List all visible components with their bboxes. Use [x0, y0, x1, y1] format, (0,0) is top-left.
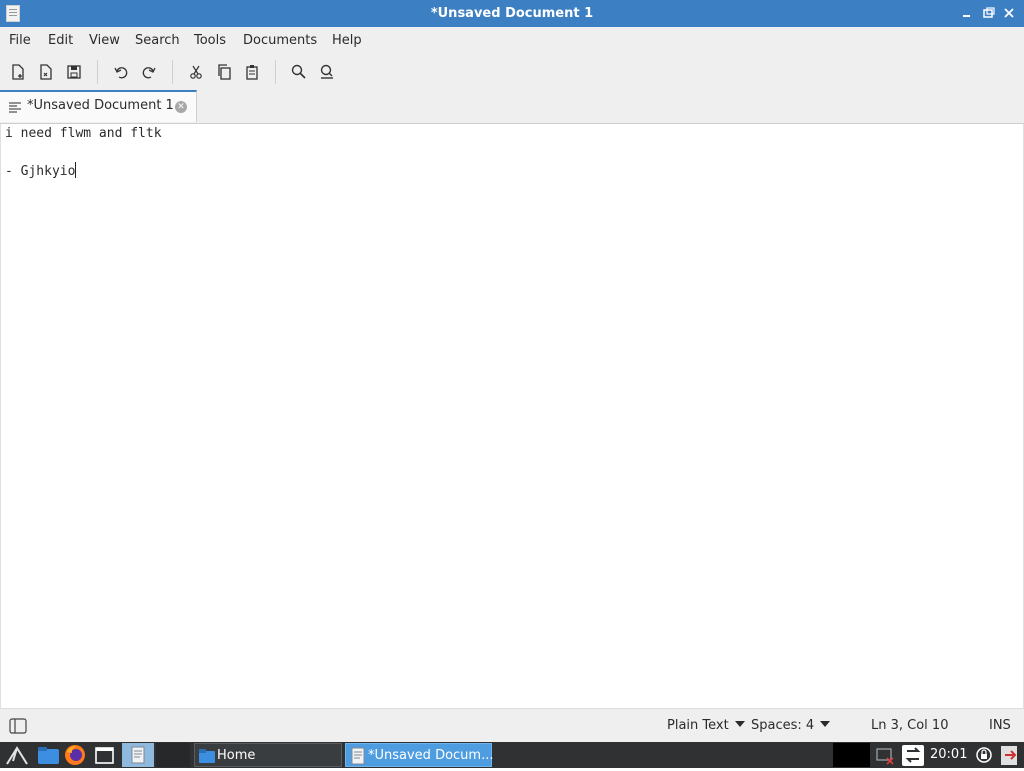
taskbar-home-window[interactable]: Home — [194, 743, 342, 767]
language-selector[interactable]: Plain Text — [667, 709, 745, 743]
tab-label: *Unsaved Document 1 — [27, 98, 174, 113]
editor-line-3-text[interactable]: - Gjhkyio — [5, 164, 75, 179]
text-editor-icon — [350, 747, 366, 769]
language-label: Plain Text — [667, 718, 729, 733]
paste-icon[interactable] — [242, 62, 262, 82]
minimize-icon[interactable] — [958, 4, 976, 22]
toolbar — [0, 54, 1024, 91]
update-notifier-icon[interactable] — [900, 743, 926, 767]
indent-selector[interactable]: Spaces: 4 — [751, 709, 831, 743]
chevron-down-icon — [820, 721, 831, 727]
system-monitor[interactable] — [833, 743, 870, 767]
menu-tools[interactable]: Tools — [194, 27, 226, 55]
insert-mode[interactable]: INS — [989, 709, 1011, 743]
firefox-icon[interactable] — [62, 743, 88, 767]
file-manager-icon[interactable] — [36, 743, 62, 767]
menu-edit[interactable]: Edit — [48, 27, 73, 55]
text-editor[interactable]: i need flwm and fltk - Gjhkyio — [0, 124, 1024, 708]
new-document-icon[interactable] — [8, 62, 28, 82]
toolbar-separator — [97, 60, 98, 84]
taskbar: Home *Unsaved Docum... 20:01 — [0, 742, 1024, 768]
folder-icon — [199, 748, 215, 768]
find-icon[interactable] — [289, 62, 309, 82]
status-bar: Plain Text Spaces: 4 Ln 3, Col 10 INS — [0, 708, 1024, 743]
menu-bar: File Edit View Search Tools Documents He… — [0, 27, 1024, 54]
logout-icon[interactable] — [997, 743, 1021, 767]
network-disconnected-icon[interactable] — [874, 743, 896, 767]
taskbar-active-label: *Unsaved Docum... — [368, 748, 494, 763]
chevron-down-icon — [734, 721, 745, 727]
close-icon[interactable] — [1000, 4, 1018, 22]
open-document-icon[interactable] — [36, 62, 56, 82]
menu-help[interactable]: Help — [332, 27, 362, 55]
lock-screen-icon[interactable] — [974, 743, 994, 767]
text-cursor — [75, 162, 77, 178]
cursor-position[interactable]: Ln 3, Col 10 — [871, 709, 948, 743]
save-icon[interactable] — [64, 62, 84, 82]
clock-time: 20:01 — [930, 747, 968, 762]
title-bar: *Unsaved Document 1 — [0, 0, 1024, 27]
find-replace-icon[interactable] — [317, 62, 337, 82]
menu-documents[interactable]: Documents — [243, 27, 317, 55]
editor-line-3[interactable]: - Gjhkyio — [5, 162, 77, 179]
menu-search[interactable]: Search — [135, 27, 180, 55]
maximize-icon[interactable] — [980, 4, 998, 22]
tab-unsaved-document-1[interactable]: *Unsaved Document 1 ✕ — [0, 90, 197, 122]
toolbar-separator — [172, 60, 173, 84]
editor-line-1[interactable]: i need flwm and fltk — [5, 126, 162, 141]
window-title: *Unsaved Document 1 — [430, 6, 594, 21]
redo-icon[interactable] — [139, 62, 159, 82]
taskbar-active-window[interactable]: *Unsaved Docum... — [345, 743, 494, 769]
clock[interactable]: 20:01 — [930, 743, 970, 767]
taskbar-home-label: Home — [217, 748, 256, 763]
copy-icon[interactable] — [214, 62, 234, 82]
menu-view[interactable]: View — [89, 27, 120, 55]
undo-icon[interactable] — [111, 62, 131, 82]
workspace-2[interactable] — [156, 743, 190, 767]
indent-label: Spaces: 4 — [751, 718, 815, 733]
text-document-icon — [8, 101, 22, 117]
show-desktop-icon[interactable] — [92, 743, 118, 767]
cut-icon[interactable] — [186, 62, 206, 82]
tab-close-icon[interactable]: ✕ — [175, 101, 187, 113]
menu-file[interactable]: File — [9, 27, 31, 55]
sidebar-toggle-icon[interactable] — [8, 716, 28, 736]
tab-bar: *Unsaved Document 1 ✕ — [0, 90, 1024, 124]
workspace-1[interactable] — [122, 743, 154, 767]
toolbar-separator — [275, 60, 276, 84]
start-menu-icon[interactable] — [4, 743, 32, 767]
